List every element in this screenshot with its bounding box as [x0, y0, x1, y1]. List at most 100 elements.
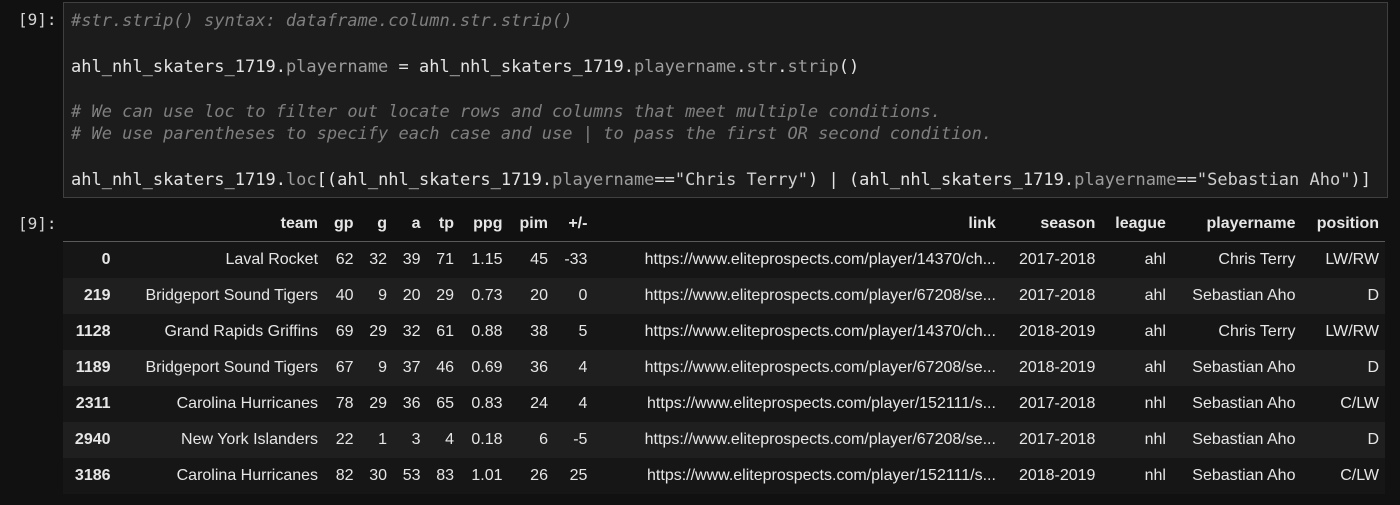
- code-token: ==: [1176, 170, 1197, 190]
- column-header: pim: [508, 206, 554, 242]
- table-cell: 67: [335, 359, 354, 376]
- row-index: 3186: [74, 467, 111, 484]
- code-attr-token: playername: [633, 57, 737, 77]
- code-cell[interactable]: #str.strip() syntax: dataframe.column.st…: [63, 2, 1388, 198]
- table-row: 2940 New York Islanders 22 1 3 4 0.18 6 …: [63, 422, 1385, 458]
- code-attr-token: playername: [1074, 170, 1177, 190]
- code-token: ==: [654, 170, 675, 190]
- table-row: 0 Laval Rocket 62 32 39 71 1.15 45 -33 h…: [63, 241, 1385, 278]
- table-cell: 2017-2018: [1018, 251, 1096, 268]
- table-cell: https://www.eliteprospects.com/player/14…: [644, 251, 996, 268]
- code-token: = ahl_nhl_skaters_1719.: [388, 57, 634, 77]
- code-attr-token: playername: [285, 57, 389, 77]
- code-token: )]: [1350, 170, 1371, 190]
- table-cell: 46: [436, 359, 454, 376]
- code-comment-line: # We use parentheses to specify each cas…: [71, 124, 993, 144]
- column-header: a: [392, 206, 427, 242]
- table-cell: 36: [530, 359, 548, 376]
- code-attr-token: playername: [552, 170, 655, 190]
- table-cell: https://www.eliteprospects.com/player/67…: [644, 431, 996, 448]
- table-cell: Chris Terry: [1218, 251, 1296, 268]
- table-cell: 71: [436, 251, 454, 268]
- table-cell: 32: [402, 323, 421, 340]
- table-row: 3186 Carolina Hurricanes 82 30 53 83 1.0…: [63, 458, 1385, 494]
- table-cell: 37: [402, 359, 421, 376]
- table-cell: 61: [436, 323, 454, 340]
- table-cell: 53: [402, 467, 421, 484]
- table-cell: 2017-2018: [1018, 287, 1096, 304]
- column-header: ppg: [459, 206, 509, 242]
- table-cell: D: [1367, 431, 1379, 448]
- code-token: .: [736, 57, 747, 77]
- table-cell: Bridgeport Sound Tigers: [145, 287, 319, 304]
- table-cell: ahl: [1144, 251, 1166, 268]
- table-cell: LW/RW: [1325, 251, 1379, 268]
- table-cell: 82: [335, 467, 354, 484]
- code-string-token: "Chris Terry": [674, 170, 808, 190]
- table-cell: 30: [369, 467, 387, 484]
- table-cell: D: [1367, 287, 1379, 304]
- table-cell: 69: [335, 323, 354, 340]
- table-cell: 78: [335, 395, 354, 412]
- table-cell: 1: [378, 431, 387, 448]
- table-cell: 40: [335, 287, 354, 304]
- table-cell: 0.73: [471, 287, 503, 304]
- table-cell: 32: [369, 251, 387, 268]
- column-header: +/-: [553, 206, 594, 242]
- table-cell: New York Islanders: [181, 431, 319, 448]
- table-cell: D: [1367, 359, 1379, 376]
- table-cell: https://www.eliteprospects.com/player/14…: [644, 323, 996, 340]
- table-cell: LW/RW: [1325, 323, 1379, 340]
- table-cell: 4: [578, 395, 588, 412]
- code-attr-token: loc: [285, 170, 317, 190]
- table-row: 1189 Bridgeport Sound Tigers 67 9 37 46 …: [63, 350, 1385, 386]
- table-cell: 29: [369, 323, 387, 340]
- code-token: .: [777, 57, 788, 77]
- table-cell: 0: [578, 287, 588, 304]
- column-header: position: [1301, 206, 1385, 242]
- table-cell: -33: [564, 251, 588, 268]
- table-cell: 0.88: [471, 323, 503, 340]
- table-cell: https://www.eliteprospects.com/player/67…: [644, 287, 996, 304]
- index-header: [63, 206, 117, 242]
- table-cell: 2017-2018: [1018, 431, 1096, 448]
- table-cell: nhl: [1144, 431, 1166, 448]
- table-cell: 9: [378, 359, 387, 376]
- table-cell: 20: [530, 287, 548, 304]
- table-cell: 6: [539, 431, 548, 448]
- table-cell: ahl: [1144, 287, 1166, 304]
- table-cell: Carolina Hurricanes: [176, 395, 319, 412]
- table-cell: 2018-2019: [1018, 467, 1096, 484]
- table-cell: Sebastian Aho: [1192, 395, 1296, 412]
- table-cell: https://www.eliteprospects.com/player/67…: [644, 359, 996, 376]
- table-cell: Sebastian Aho: [1192, 431, 1296, 448]
- table-cell: 4: [578, 359, 588, 376]
- table-cell: -5: [573, 431, 588, 448]
- table-cell: ahl: [1144, 323, 1166, 340]
- table-cell: 2018-2019: [1018, 323, 1096, 340]
- table-cell: C/LW: [1340, 395, 1379, 412]
- column-header: tp: [426, 206, 460, 242]
- table-row: 2311 Carolina Hurricanes 78 29 36 65 0.8…: [63, 386, 1385, 422]
- table-row: 219 Bridgeport Sound Tigers 40 9 20 29 0…: [63, 278, 1385, 314]
- table-cell: 1.15: [471, 251, 503, 268]
- code-line-strip: ahl_nhl_skaters_1719.playername = ahl_nh…: [71, 56, 859, 78]
- dataframe-output-table: team gp g a tp ppg pim +/- link season l…: [63, 206, 1385, 494]
- code-attr-token: strip: [787, 57, 839, 77]
- table-cell: https://www.eliteprospects.com/player/15…: [647, 467, 996, 484]
- table-cell: 20: [402, 287, 421, 304]
- column-header: season: [1001, 206, 1102, 242]
- column-header: playername: [1171, 206, 1302, 242]
- table-cell: 29: [369, 395, 387, 412]
- table-cell: nhl: [1144, 467, 1166, 484]
- row-index: 0: [101, 251, 111, 268]
- table-cell: nhl: [1144, 395, 1166, 412]
- table-cell: Chris Terry: [1218, 323, 1296, 340]
- code-token: ahl_nhl_skaters_1719.: [71, 170, 286, 190]
- table-cell: Grand Rapids Griffins: [164, 323, 319, 340]
- table-cell: 39: [402, 251, 421, 268]
- row-index: 1189: [75, 359, 111, 376]
- table-cell: 2017-2018: [1018, 395, 1096, 412]
- table-cell: Laval Rocket: [225, 251, 319, 268]
- table-row: 1128 Grand Rapids Griffins 69 29 32 61 0…: [63, 314, 1385, 350]
